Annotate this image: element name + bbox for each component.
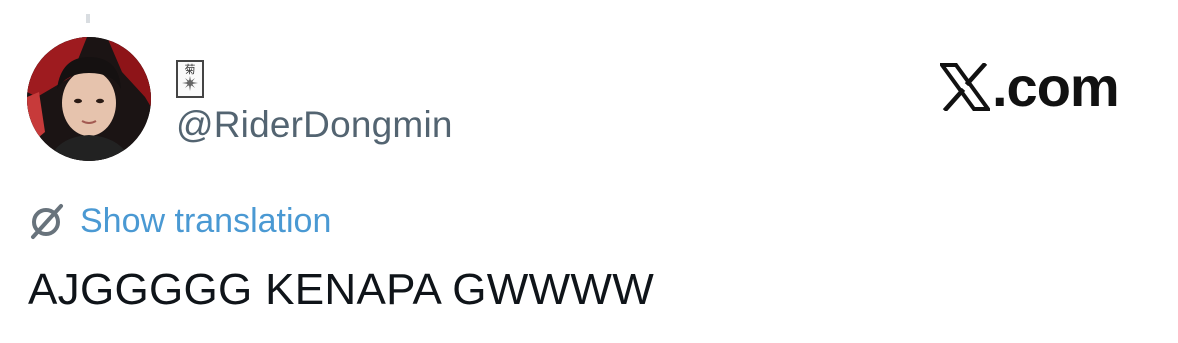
- brand-logo: .com: [940, 55, 1120, 118]
- brand-text: .com: [992, 55, 1120, 118]
- display-name-badge: 菊: [176, 60, 204, 98]
- show-translation-link[interactable]: Show translation: [26, 201, 331, 241]
- show-translation-label: Show translation: [80, 201, 332, 240]
- x-logo-icon: [940, 63, 990, 111]
- decorative-speck: [86, 14, 90, 23]
- author-handle[interactable]: @RiderDongmin: [176, 104, 453, 146]
- tweet-text: AJGGGGG KENAPA GWWWW: [28, 265, 655, 314]
- avatar-image: [27, 37, 151, 161]
- flower-icon: [182, 76, 198, 91]
- avatar[interactable]: [27, 37, 151, 161]
- display-name-glyph: 菊: [184, 63, 196, 76]
- globe-slash-icon: [31, 204, 63, 239]
